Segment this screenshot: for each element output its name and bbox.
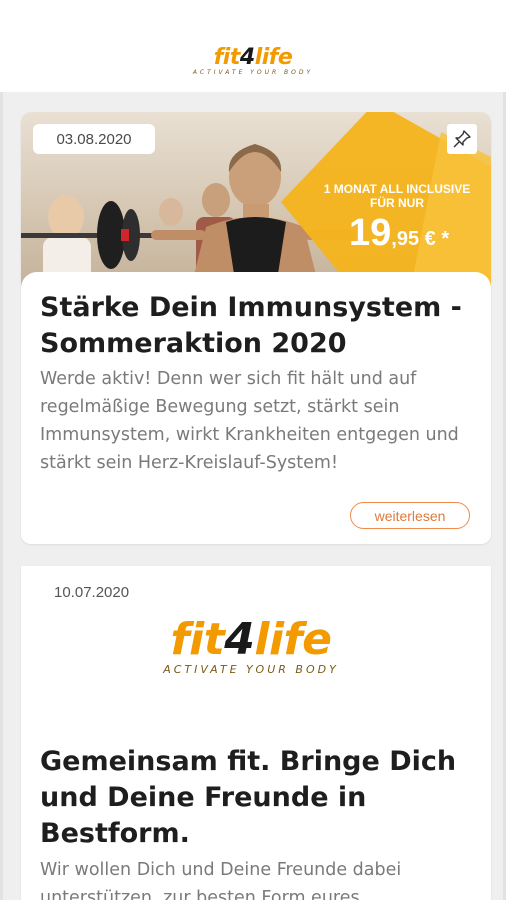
- post-logo-image: fit4life ACTIVATE YOUR BODY: [163, 614, 339, 676]
- news-card[interactable]: 10.07.2020 fit4life ACTIVATE YOUR BODY G…: [21, 566, 491, 900]
- news-feed[interactable]: 03.08.2020 1 MONAT ALL INCLUSIVE FÜR NUR…: [0, 92, 506, 900]
- post-excerpt: Wir wollen Dich und Deine Freunde dabei …: [40, 860, 402, 900]
- app-header: fit4life ACTIVATE YOUR BODY: [0, 0, 506, 92]
- post-excerpt: Werde aktiv! Denn wer sich fit hält und …: [40, 369, 459, 473]
- post-date: 03.08.2020: [33, 124, 155, 154]
- app-logo: fit4life ACTIVATE YOUR BODY: [192, 44, 314, 76]
- promo-price: 19,95 € *: [349, 212, 450, 254]
- post-hero-image: 03.08.2020 1 MONAT ALL INCLUSIVE FÜR NUR…: [21, 112, 491, 287]
- pin-icon: [453, 130, 471, 148]
- post-date: 10.07.2020: [54, 584, 130, 601]
- pin-button[interactable]: [447, 124, 477, 154]
- post-title[interactable]: Gemeinsam fit. Bringe Dich und Deine Fre…: [40, 744, 480, 852]
- post-title[interactable]: Stärke Dein Immunsystem - Sommeraktion 2…: [40, 290, 480, 362]
- promo-offer: 1 MONAT ALL INCLUSIVE FÜR NUR: [323, 182, 471, 210]
- post-body: Stärke Dein Immunsystem - Sommeraktion 2…: [21, 272, 491, 544]
- news-card[interactable]: 03.08.2020 1 MONAT ALL INCLUSIVE FÜR NUR…: [21, 112, 491, 544]
- read-more-button[interactable]: weiterlesen: [350, 502, 470, 529]
